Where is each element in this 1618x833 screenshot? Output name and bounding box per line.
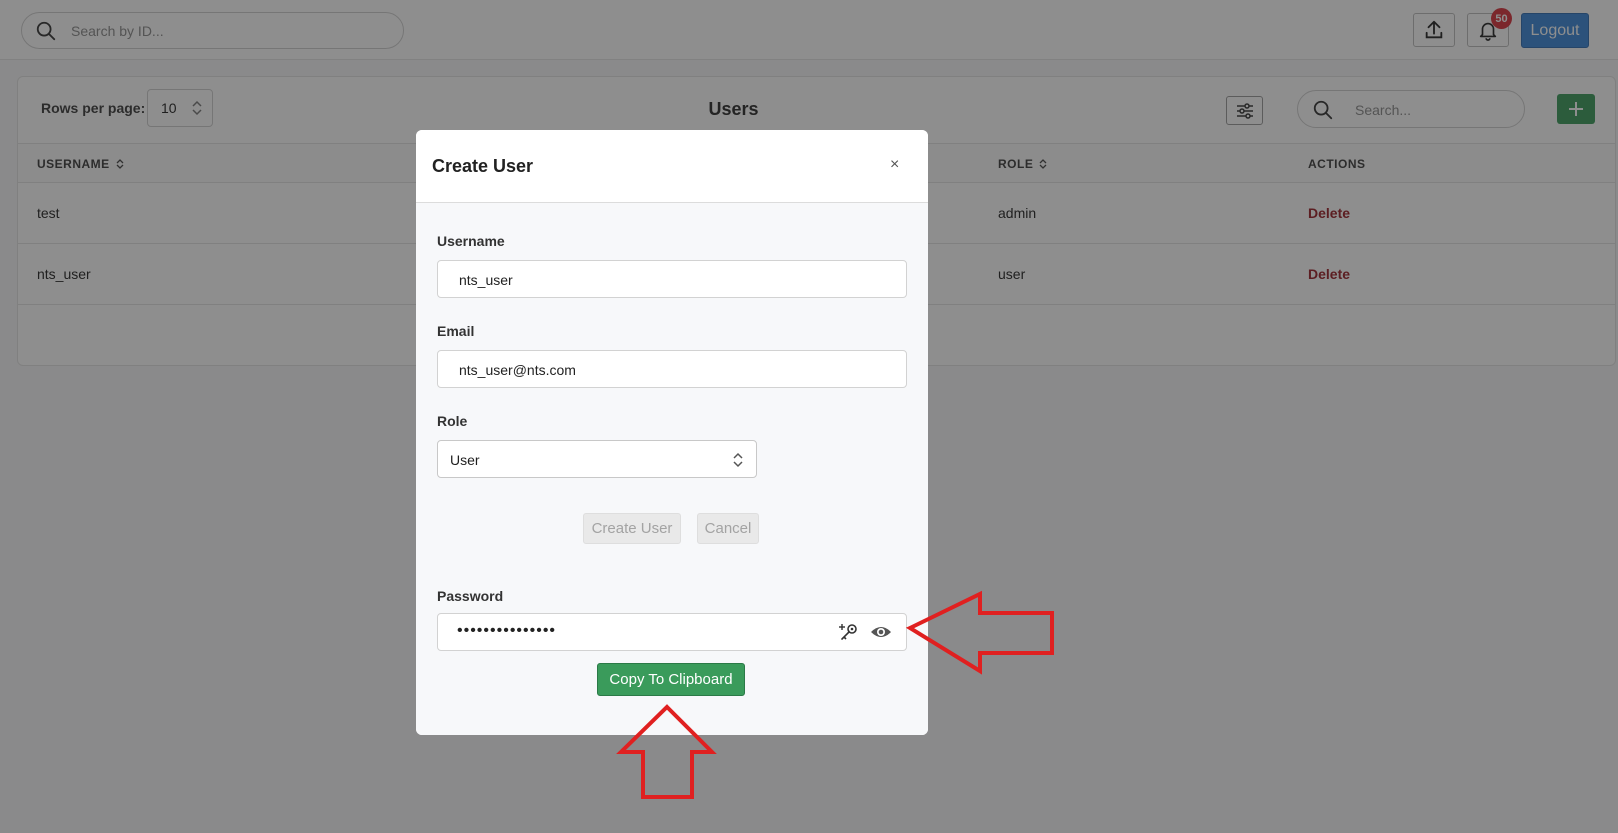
role-select[interactable]: User	[437, 440, 757, 478]
modal-header: Create User ×	[416, 130, 928, 203]
copy-to-clipboard-button[interactable]: Copy To Clipboard	[597, 663, 745, 696]
email-label: Email	[437, 323, 475, 339]
close-icon[interactable]: ×	[890, 156, 899, 174]
key-generate-icon[interactable]	[839, 622, 859, 642]
password-field[interactable]: •••••••••••••••	[437, 613, 907, 651]
role-label: Role	[437, 413, 468, 429]
cancel-button[interactable]: Cancel	[697, 513, 759, 544]
create-user-modal: Create User × Username nts_user Email nt…	[416, 130, 928, 735]
eye-icon[interactable]	[870, 623, 892, 641]
username-label: Username	[437, 233, 505, 249]
password-value: •••••••••••••••	[457, 622, 557, 639]
username-field[interactable]: nts_user	[437, 260, 907, 298]
email-field[interactable]: nts_user@nts.com	[437, 350, 907, 388]
create-user-button[interactable]: Create User	[583, 513, 681, 544]
chevron-updown-icon	[733, 452, 743, 468]
role-value: User	[450, 452, 480, 468]
email-value: nts_user@nts.com	[459, 362, 576, 378]
username-value: nts_user	[459, 272, 513, 288]
modal-title: Create User	[432, 156, 534, 176]
password-label: Password	[437, 588, 504, 604]
modal-body: Username nts_user Email nts_user@nts.com…	[416, 203, 928, 735]
